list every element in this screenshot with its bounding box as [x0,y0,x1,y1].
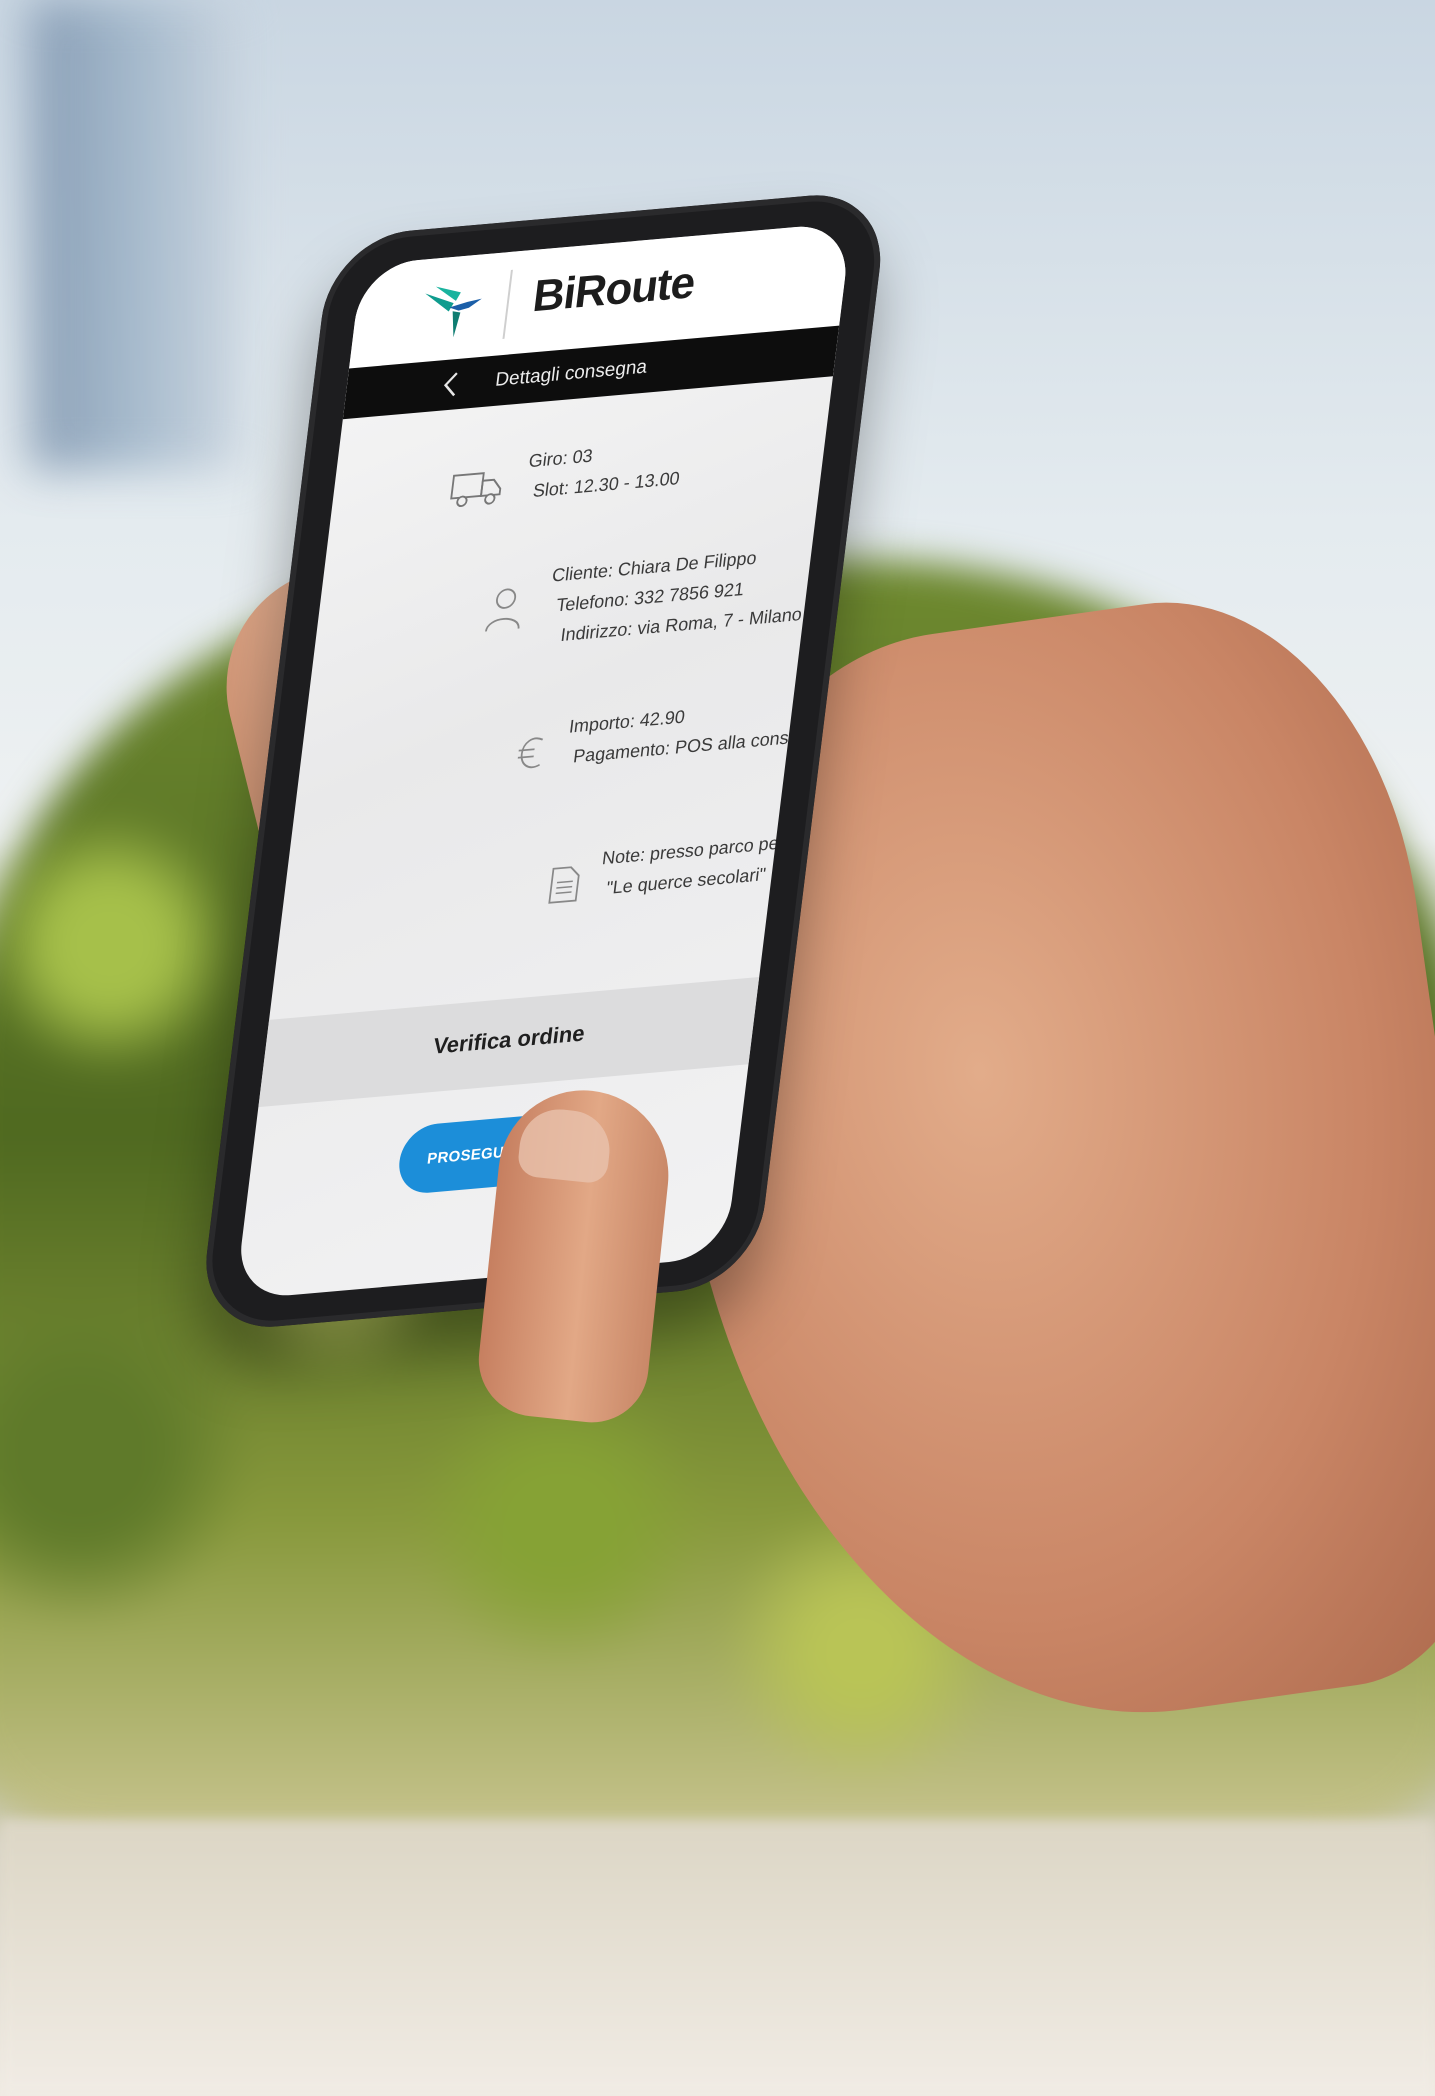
note-line-1: Note: presso parco pedonale [601,827,834,869]
brand-title: BiRoute [530,257,698,322]
hummingbird-icon [425,286,482,338]
euro-icon [517,737,544,769]
route-section: Giro: 03 Slot: 12.30 - 13.00 [337,421,827,508]
customer-section: Cliente: Chiara De Filippo Telefono: 332… [322,543,812,645]
document-icon [548,866,580,904]
verify-order-label: Verifica ordine [432,1020,587,1059]
amount: Importo: 42.90 [567,706,687,737]
screen-title: Dettagli consegna [494,356,649,391]
blurred-building [30,0,240,470]
header-divider [502,269,513,339]
smartphone: BiRoute Dettagli consegna Giro: 03 Slot:… [192,163,1188,1374]
ground [0,1820,1435,2096]
route-number: Giro: 03 [527,445,594,472]
person-icon [485,588,520,632]
chevron-left-icon[interactable] [440,371,463,399]
note-line-2: "Le querce secolari" [605,863,768,899]
payment-section: Importo: 42.90 Pagamento: POS alla conse… [303,697,830,769]
time-slot: Slot: 12.30 - 13.00 [531,467,681,502]
truck-icon [450,472,502,508]
notes-section: Note: presso parco pedonale "Le querce s… [287,828,834,904]
verify-order-button[interactable]: Verifica ordine [258,977,760,1108]
